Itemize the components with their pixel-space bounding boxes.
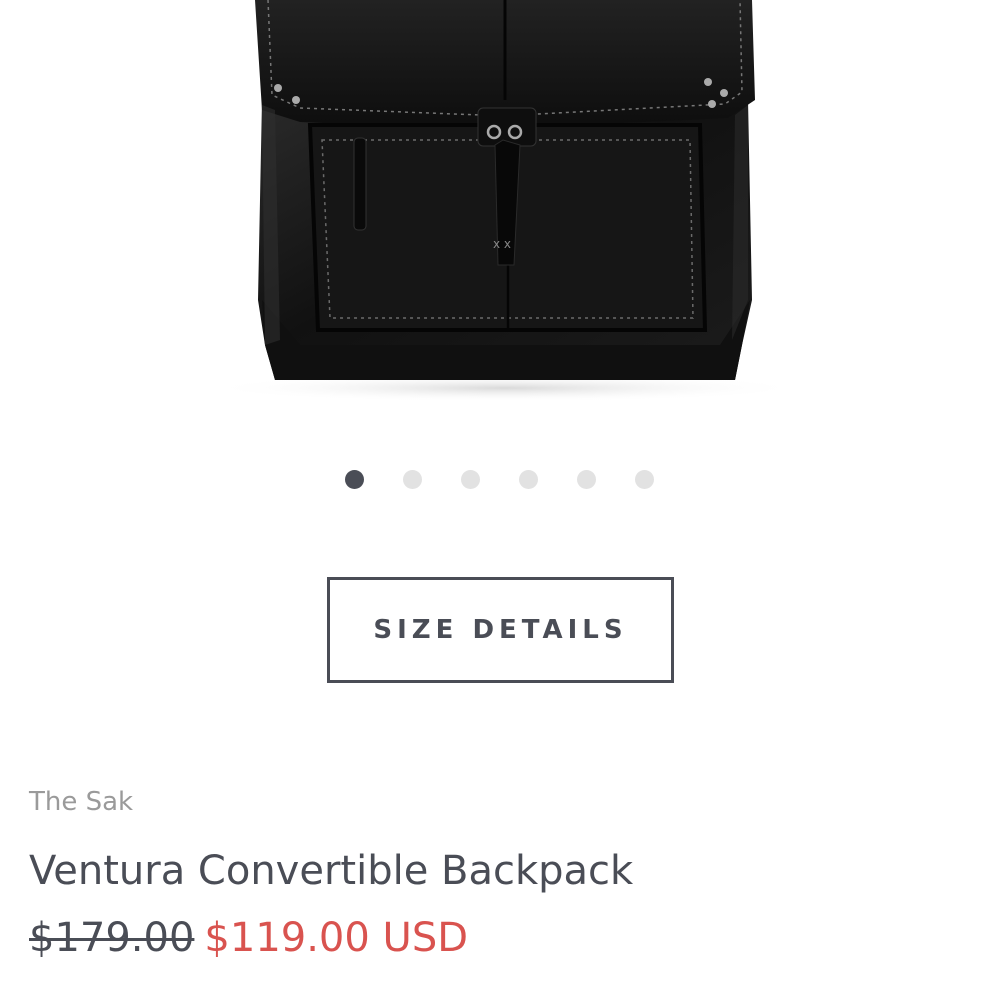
price-row: $179.00 $119.00 USD (29, 915, 468, 961)
carousel-dot[interactable] (461, 470, 480, 489)
size-details-label: SIZE DETAILS (373, 615, 628, 645)
product-title: Ventura Convertible Backpack (29, 848, 634, 894)
carousel-dot[interactable] (635, 470, 654, 489)
image-carousel-dots (0, 470, 1000, 490)
brand-name[interactable]: The Sak (29, 787, 133, 817)
backpack-image: x x (205, 0, 805, 402)
size-details-button[interactable]: SIZE DETAILS (327, 577, 674, 683)
carousel-dot[interactable] (403, 470, 422, 489)
carousel-dot[interactable] (345, 470, 364, 489)
sale-price: $119.00 USD (204, 915, 469, 961)
product-page: x x SIZE DETAILS The Sak Ventura Convert… (0, 0, 1000, 1000)
original-price: $179.00 (29, 915, 195, 961)
product-image[interactable]: x x (0, 0, 1000, 410)
carousel-dot[interactable] (519, 470, 538, 489)
carousel-dot[interactable] (577, 470, 596, 489)
svg-text:x x: x x (493, 237, 511, 251)
